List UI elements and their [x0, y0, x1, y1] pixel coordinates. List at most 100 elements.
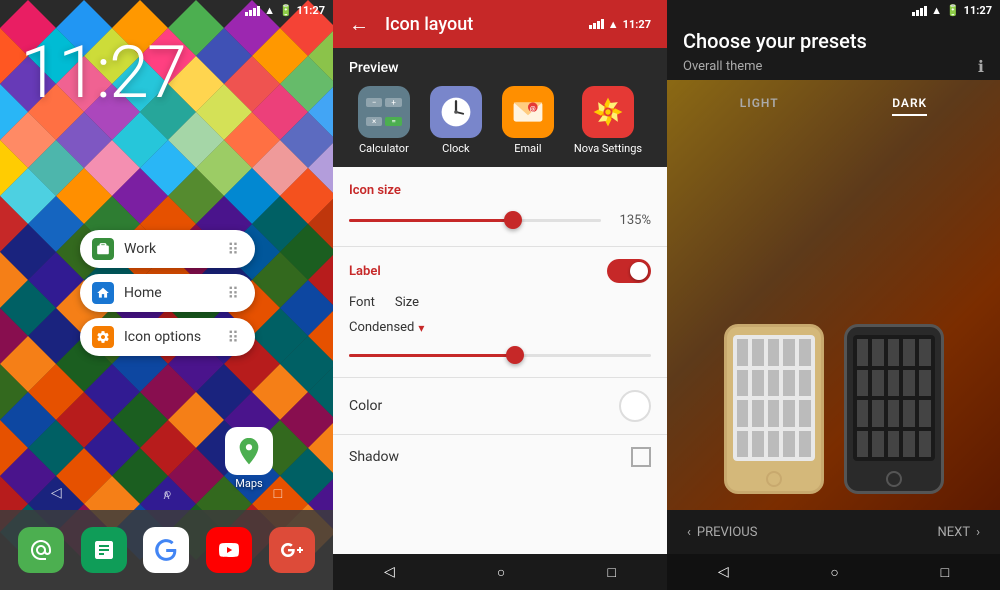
gplus-dock-icon[interactable]	[269, 527, 315, 573]
shadow-checkbox[interactable]	[631, 447, 651, 467]
home-nav-p2[interactable]: ○	[497, 564, 505, 581]
icon-size-thumb[interactable]	[504, 211, 522, 229]
icon-size-slider-row: 135%	[349, 210, 651, 230]
app-dot	[857, 339, 869, 366]
previous-button[interactable]: ‹ PREVIOUS	[687, 525, 757, 540]
app-dot	[737, 431, 749, 458]
light-phone-mockup[interactable]	[724, 324, 824, 494]
label-title: Label	[349, 264, 381, 279]
app-dot	[857, 400, 869, 427]
light-tab[interactable]: LIGHT	[740, 96, 779, 116]
dark-phone-home	[886, 471, 902, 487]
app-dot	[737, 339, 749, 366]
battery-icon-p3: 🔋	[946, 4, 960, 17]
app-dot	[919, 431, 931, 458]
app-dot	[737, 370, 749, 397]
back-arrow-icon[interactable]: ←	[349, 12, 369, 37]
app-dot	[919, 370, 931, 397]
calc-key-equals: =	[385, 117, 402, 126]
status-bar-panel1: ▲ 🔋 11:27	[237, 0, 333, 21]
back-button-p1[interactable]: ◁	[51, 485, 62, 501]
label-toggle[interactable]	[607, 259, 651, 283]
home-folder-dots: ⠿	[227, 284, 239, 303]
back-nav-p2[interactable]: ◁	[384, 564, 395, 580]
color-picker[interactable]	[619, 390, 651, 422]
panel3-subtitle: Overall theme ℹ	[683, 57, 984, 76]
battery-icon: 🔋	[279, 4, 293, 17]
font-size-thumb[interactable]	[506, 346, 524, 364]
icon-size-fill	[349, 219, 513, 222]
app-dot	[768, 339, 780, 366]
hangouts-dock-icon[interactable]	[18, 527, 64, 573]
app-dot	[799, 370, 811, 397]
work-folder-icon	[92, 238, 114, 260]
nav-bar-panel2: ◁ ○ □	[333, 554, 667, 590]
work-folder-label: Work	[124, 241, 217, 257]
info-icon[interactable]: ℹ	[978, 57, 984, 76]
app-dot	[919, 339, 931, 366]
app-dot	[768, 370, 780, 397]
wifi-icon-p2: ▲	[608, 18, 619, 31]
app-dot	[768, 400, 780, 427]
font-label: Font	[349, 295, 375, 310]
chevron-left-icon: ‹	[687, 525, 691, 540]
youtube-dock-icon[interactable]	[206, 527, 252, 573]
folder-home[interactable]: Home ⠿	[80, 274, 255, 312]
folder-icon-options[interactable]: Icon options ⠿	[80, 318, 255, 356]
font-size-fill	[349, 354, 515, 357]
icon-options-folder-label: Icon options	[124, 329, 217, 345]
nova-preview: Nova Settings	[574, 86, 642, 155]
home-button-p1[interactable]: ○	[163, 485, 171, 502]
recent-nav-p3[interactable]: □	[941, 564, 949, 581]
icon-size-section: Icon size 135%	[333, 167, 667, 247]
app-dot	[857, 370, 869, 397]
folder-work[interactable]: Work ⠿	[80, 230, 255, 268]
overall-theme-label: Overall theme	[683, 59, 762, 74]
sheets-dock-icon[interactable]	[81, 527, 127, 573]
calculator-preview: − + × = Calculator	[358, 86, 410, 155]
app-dot	[872, 339, 884, 366]
recent-nav-p2[interactable]: □	[607, 564, 615, 581]
font-dropdown[interactable]: Condensed ▾	[349, 320, 651, 335]
font-size-track	[349, 354, 651, 357]
google-dock-icon[interactable]	[143, 527, 189, 573]
app-dot	[919, 400, 931, 427]
app-dot	[799, 339, 811, 366]
home-folder-icon	[92, 282, 114, 304]
calc-key-multiply: ×	[366, 117, 383, 126]
clock-time: 11:27	[20, 30, 333, 115]
panel3-title: Choose your presets	[683, 29, 984, 53]
next-button[interactable]: NEXT ›	[938, 525, 980, 540]
icon-options-folder-dots: ⠿	[227, 328, 239, 347]
phones-row	[724, 132, 944, 494]
signal-icon-p3	[912, 6, 927, 16]
maps-icon-img	[225, 427, 273, 475]
dark-phone-screen	[853, 335, 935, 461]
calculator-icon: − + × =	[358, 86, 410, 138]
panel-choose-presets: ▲ 🔋 11:27 Choose your presets Overall th…	[667, 0, 1000, 590]
app-dot	[888, 339, 900, 366]
app-dot	[752, 370, 764, 397]
app-dot	[872, 431, 884, 458]
font-size-slider[interactable]	[349, 345, 651, 365]
nova-settings-icon	[582, 86, 634, 138]
recent-button-p1[interactable]: □	[274, 485, 282, 502]
calc-key-plus-sign: +	[385, 98, 402, 107]
shadow-label: Shadow	[349, 449, 399, 465]
font-name: Condensed	[349, 320, 414, 335]
home-folder-label: Home	[124, 285, 217, 301]
panel3-header: Choose your presets Overall theme ℹ	[667, 21, 1000, 80]
signal-icon	[245, 6, 260, 16]
color-row: Color	[333, 378, 667, 435]
home-nav-p3[interactable]: ○	[830, 564, 838, 581]
label-section: Label Font Size Condensed ▾	[333, 247, 667, 378]
font-size-row: Font Size	[349, 295, 651, 310]
icon-size-slider[interactable]	[349, 210, 601, 230]
back-nav-p3[interactable]: ◁	[718, 564, 729, 580]
app-dot	[783, 370, 795, 397]
signal-icon-p2	[589, 19, 604, 29]
dark-phone-frame	[844, 324, 944, 494]
dark-tab[interactable]: DARK	[892, 96, 927, 116]
panel2-title: Icon layout	[385, 14, 473, 35]
dark-phone-mockup[interactable]	[844, 324, 944, 494]
